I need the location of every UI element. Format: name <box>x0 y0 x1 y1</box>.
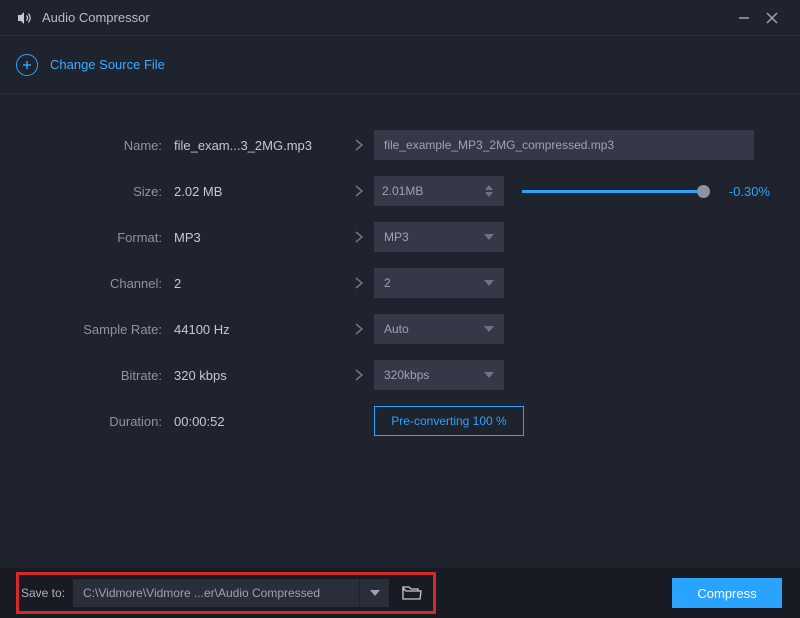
chevron-right-icon <box>344 322 374 336</box>
chevron-right-icon <box>344 230 374 244</box>
save-to-label: Save to: <box>21 586 65 600</box>
bitrate-label: Bitrate: <box>30 368 174 383</box>
sample-rate-select[interactable]: Auto <box>374 314 504 344</box>
channel-label: Channel: <box>30 276 174 291</box>
format-select[interactable]: MP3 <box>374 222 504 252</box>
open-folder-button[interactable] <box>397 579 427 607</box>
chevron-right-icon <box>344 138 374 152</box>
close-button[interactable] <box>758 4 786 32</box>
row-sample-rate: Sample Rate: 44100 Hz Auto <box>30 306 770 352</box>
chevron-right-icon <box>344 184 374 198</box>
channel-select-value: 2 <box>384 276 391 290</box>
save-to-dropdown[interactable] <box>359 579 389 607</box>
row-format: Format: MP3 MP3 <box>30 214 770 260</box>
main-form: Name: file_exam...3_2MG.mp3 Size: 2.02 M… <box>0 94 800 444</box>
row-size: Size: 2.02 MB 2.01MB -0.30% <box>30 168 770 214</box>
duration-value: 00:00:52 <box>174 414 344 429</box>
chevron-down-icon <box>370 590 380 596</box>
sample-rate-value: 44100 Hz <box>174 322 344 337</box>
row-name: Name: file_exam...3_2MG.mp3 <box>30 122 770 168</box>
app-icon <box>14 9 32 27</box>
chevron-down-icon <box>484 234 494 240</box>
size-label: Size: <box>30 184 174 199</box>
minimize-button[interactable] <box>730 4 758 32</box>
change-source-file-link[interactable]: Change Source File <box>50 57 165 72</box>
row-bitrate: Bitrate: 320 kbps 320kbps <box>30 352 770 398</box>
format-label: Format: <box>30 230 174 245</box>
name-value: file_exam...3_2MG.mp3 <box>174 138 344 153</box>
format-value: MP3 <box>174 230 344 245</box>
name-label: Name: <box>30 138 174 153</box>
row-duration: Duration: 00:00:52 Pre-converting 100 % <box>30 398 770 444</box>
bitrate-select[interactable]: 320kbps <box>374 360 504 390</box>
size-percent: -0.30% <box>729 184 770 199</box>
chevron-right-icon <box>344 276 374 290</box>
sample-rate-select-value: Auto <box>384 322 409 336</box>
bitrate-select-value: 320kbps <box>384 368 429 382</box>
stepper-up-icon[interactable] <box>482 185 496 191</box>
output-name-input[interactable] <box>374 130 754 160</box>
size-stepper[interactable]: 2.01MB <box>374 176 504 206</box>
window-title: Audio Compressor <box>42 10 150 25</box>
slider-thumb[interactable] <box>697 185 710 198</box>
chevron-down-icon <box>484 326 494 332</box>
row-channel: Channel: 2 2 <box>30 260 770 306</box>
stepper-down-icon[interactable] <box>482 192 496 198</box>
size-output: 2.01MB <box>382 184 482 198</box>
duration-label: Duration: <box>30 414 174 429</box>
footer: Save to: Compress <box>0 568 800 618</box>
titlebar: Audio Compressor <box>0 0 800 36</box>
bitrate-value: 320 kbps <box>174 368 344 383</box>
channel-select[interactable]: 2 <box>374 268 504 298</box>
save-to-path-input[interactable] <box>73 579 359 607</box>
source-file-bar: Change Source File <box>0 36 800 94</box>
size-value: 2.02 MB <box>174 184 344 199</box>
preconvert-button[interactable]: Pre-converting 100 % <box>374 406 524 436</box>
chevron-down-icon <box>484 372 494 378</box>
format-select-value: MP3 <box>384 230 409 244</box>
size-slider[interactable] <box>522 181 703 201</box>
save-to-group: Save to: <box>16 572 436 614</box>
chevron-right-icon <box>344 368 374 382</box>
chevron-down-icon <box>484 280 494 286</box>
channel-value: 2 <box>174 276 344 291</box>
add-icon[interactable] <box>16 54 38 76</box>
compress-button[interactable]: Compress <box>672 578 782 608</box>
sample-rate-label: Sample Rate: <box>30 322 174 337</box>
